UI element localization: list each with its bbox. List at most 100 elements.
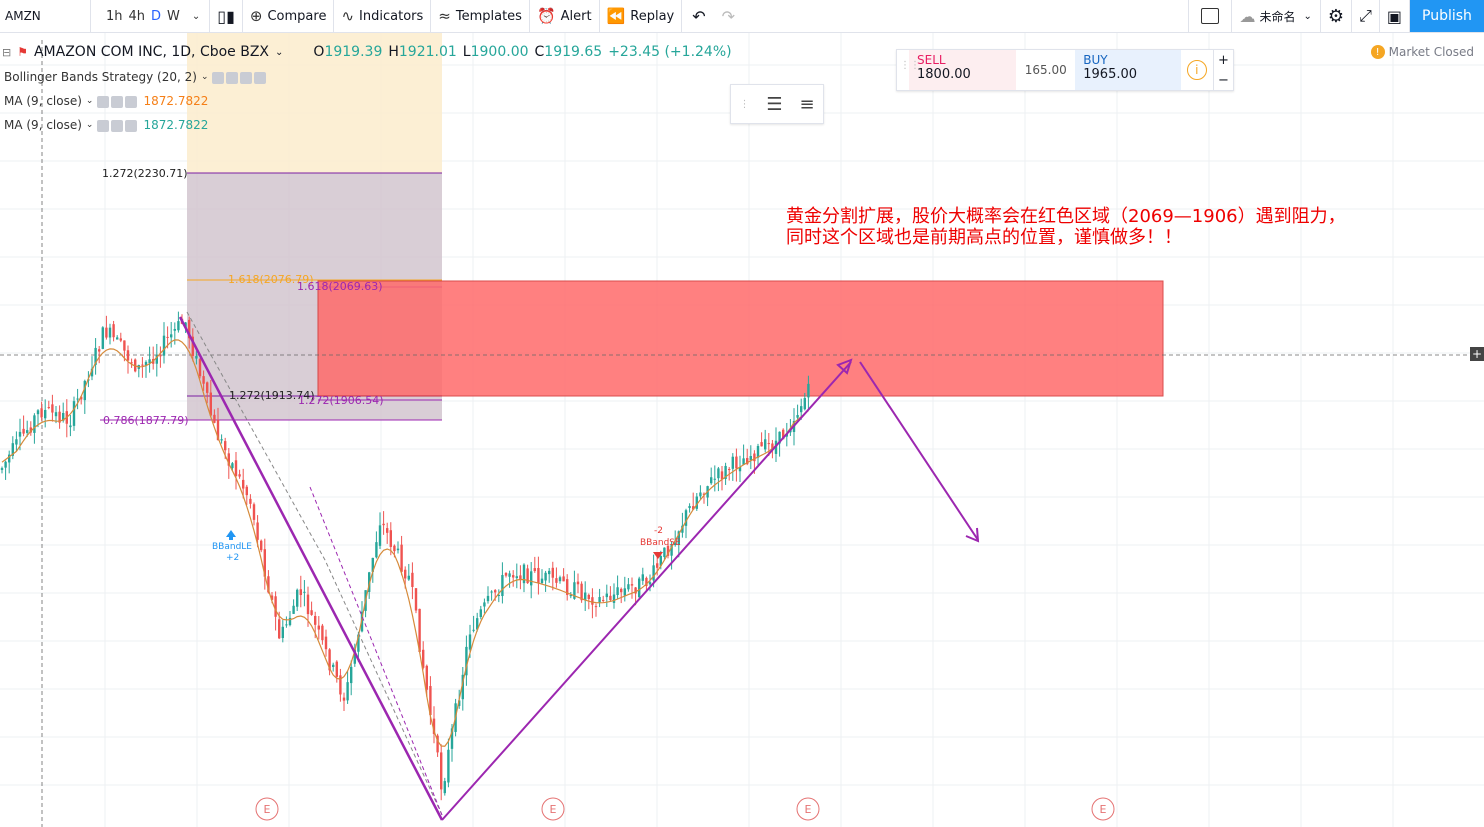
sell-button[interactable]: SELL 1800.00 [909, 50, 1017, 90]
publish-button[interactable]: Publish [1410, 0, 1484, 32]
indicators-button[interactable]: ∿ Indicators [334, 0, 432, 32]
chevron-down-icon[interactable]: ⌄ [86, 120, 94, 130]
fullscreen-button[interactable]: ⤢ [1352, 0, 1380, 32]
indicator-controls[interactable] [97, 118, 139, 132]
annotation-line-1: 黄金分割扩展，股价大概率会在红色区域（2069—1906）遇到阻力， [786, 206, 1346, 227]
warning-icon: ! [1370, 45, 1385, 59]
buy-button[interactable]: BUY 1965.00 [1075, 50, 1181, 90]
drag-handle-icon[interactable]: ⋮⋮ [900, 60, 920, 71]
indicator-value: 1872.7822 [143, 118, 209, 132]
buy-signal-arrow-stem [229, 536, 233, 540]
settings-button[interactable]: ⚙ [1321, 0, 1353, 32]
earnings-marker[interactable]: E [255, 797, 279, 821]
candles-icon: ▯▮ [217, 6, 235, 26]
close-icon[interactable] [254, 71, 267, 84]
symbol-title[interactable]: AMAZON COM INC, 1D, Cboe BZX [34, 44, 269, 60]
undo-icon[interactable]: ↶ [692, 7, 705, 26]
ohlc-close: C1919.65 [534, 44, 603, 60]
resistance-zone [317, 280, 1164, 397]
chevron-down-icon[interactable]: ⌄ [86, 96, 94, 106]
svg-text:E: E [805, 803, 812, 816]
templates-icon: ≈ [438, 7, 451, 25]
annotation-text[interactable]: 黄金分割扩展，股价大概率会在红色区域（2069—1906）遇到阻力， 同时这个区… [786, 206, 1346, 248]
compare-button[interactable]: ⊕ Compare [243, 0, 335, 32]
bband-se-qty: -2 [654, 526, 663, 536]
copy-icon[interactable] [240, 71, 253, 84]
replay-label: Replay [630, 8, 675, 24]
redo-icon[interactable]: ↷ [722, 7, 735, 26]
gear-icon: ⚙ [1327, 5, 1345, 27]
chart-legend: ⊟ ⚑ AMAZON COM INC, 1D, Cboe BZX ⌄ O1919… [2, 44, 732, 60]
close-icon[interactable] [125, 95, 138, 108]
bband-le-label: BBandLE [212, 542, 252, 552]
gear-icon[interactable] [111, 119, 124, 132]
drag-handle-icon[interactable]: ⋮ [739, 99, 749, 110]
alarm-clock-icon: ⏰ [536, 7, 556, 25]
price-change: +23.45 (+1.24%) [608, 44, 732, 60]
plus-button[interactable]: + [1218, 53, 1229, 68]
eye-icon[interactable] [97, 119, 110, 132]
collapse-icon[interactable]: ⊟ [2, 46, 11, 59]
right-tools: ☁ 未命名 ⌄ ⚙ ⤢ ▣ Publish [1187, 0, 1484, 32]
annotation-line-2: 同时这个区域也是前期高点的位置，谨慎做多！！ [786, 227, 1182, 248]
interval-dropdown-icon[interactable]: ⌄ [189, 11, 203, 22]
eye-icon[interactable] [97, 95, 110, 108]
symbol-search[interactable]: AMZN [0, 0, 91, 32]
info-button[interactable]: i [1181, 50, 1213, 90]
fullscreen-icon: ⤢ [1359, 6, 1372, 25]
interval-1h[interactable]: 1h [103, 9, 126, 24]
templates-button[interactable]: ≈ Templates [431, 0, 530, 32]
indicator-row-ma-2[interactable]: MA (9, close) ⌄ 1872.7822 [4, 118, 208, 132]
indicator-row-ma-1[interactable]: MA (9, close) ⌄ 1872.7822 [4, 94, 208, 108]
close-icon[interactable] [125, 119, 138, 132]
fib-extension-icon[interactable]: ≡ [799, 94, 814, 115]
indicator-name: MA (9, close) [4, 118, 82, 132]
indicator-controls[interactable] [212, 70, 268, 84]
chevron-down-icon: ⌄ [1303, 10, 1312, 22]
flag-icon[interactable]: ⚑ [17, 45, 28, 59]
bband-se-label: BBandSE [640, 538, 681, 548]
cloud-icon: ☁ [1239, 6, 1256, 26]
earnings-marker[interactable]: E [541, 797, 565, 821]
compare-label: Compare [267, 8, 327, 24]
earnings-marker[interactable]: E [1091, 797, 1115, 821]
square-icon [1200, 8, 1219, 24]
indicator-name: Bollinger Bands Strategy (20, 2) [4, 70, 197, 84]
eye-icon[interactable] [212, 71, 225, 84]
price-chart[interactable]: 1.272(2230.71) 1.618(2076.79) 1.618(2069… [0, 33, 1484, 827]
indicator-controls[interactable] [97, 94, 139, 108]
chevron-down-icon[interactable]: ⌄ [275, 47, 283, 58]
top-toolbar: AMZN 1h 4h D W ⌄ ▯▮ ⊕ Compare ∿ Indicato… [0, 0, 1484, 33]
replay-button[interactable]: ⏪ Replay [600, 0, 683, 32]
save-layout-button[interactable]: ☁ 未命名 ⌄ [1232, 0, 1321, 32]
spread-value: 165.00 [1024, 63, 1067, 77]
chart-type-button[interactable]: ▯▮ [210, 0, 243, 32]
svg-text:E: E [550, 803, 557, 816]
fib-retracement-icon[interactable]: ☰ [766, 94, 782, 115]
buy-label: BUY [1083, 53, 1108, 67]
gear-icon[interactable] [226, 71, 239, 84]
gear-icon[interactable] [111, 95, 124, 108]
market-status[interactable]: ! Market Closed [1370, 45, 1474, 59]
add-price-line-icon[interactable]: + [1470, 347, 1484, 361]
layout-name: 未命名 [1259, 9, 1296, 24]
minus-button[interactable]: − [1218, 73, 1229, 88]
chevron-down-icon[interactable]: ⌄ [201, 72, 209, 82]
svg-text:E: E [1100, 803, 1107, 816]
layout-button[interactable] [1187, 0, 1232, 32]
templates-label: Templates [455, 8, 522, 24]
snapshot-button[interactable]: ▣ [1380, 0, 1410, 32]
interval-w[interactable]: W [164, 9, 183, 24]
fib-label-1618-purple: 1.618(2069.63) [297, 280, 383, 293]
interval-4h[interactable]: 4h [126, 9, 149, 24]
sell-label: SELL [917, 53, 946, 67]
indicator-row-bollinger[interactable]: Bollinger Bands Strategy (20, 2) ⌄ [4, 70, 268, 84]
alert-label: Alert [560, 8, 592, 24]
earnings-marker[interactable]: E [796, 797, 820, 821]
undo-redo-group: ↶ ↷ [682, 0, 745, 32]
interval-d[interactable]: D [148, 9, 164, 24]
buy-price: 1965.00 [1083, 67, 1138, 82]
alert-button[interactable]: ⏰ Alert [530, 0, 600, 32]
bband-le-qty: +2 [226, 553, 239, 563]
info-icon: i [1186, 60, 1207, 80]
